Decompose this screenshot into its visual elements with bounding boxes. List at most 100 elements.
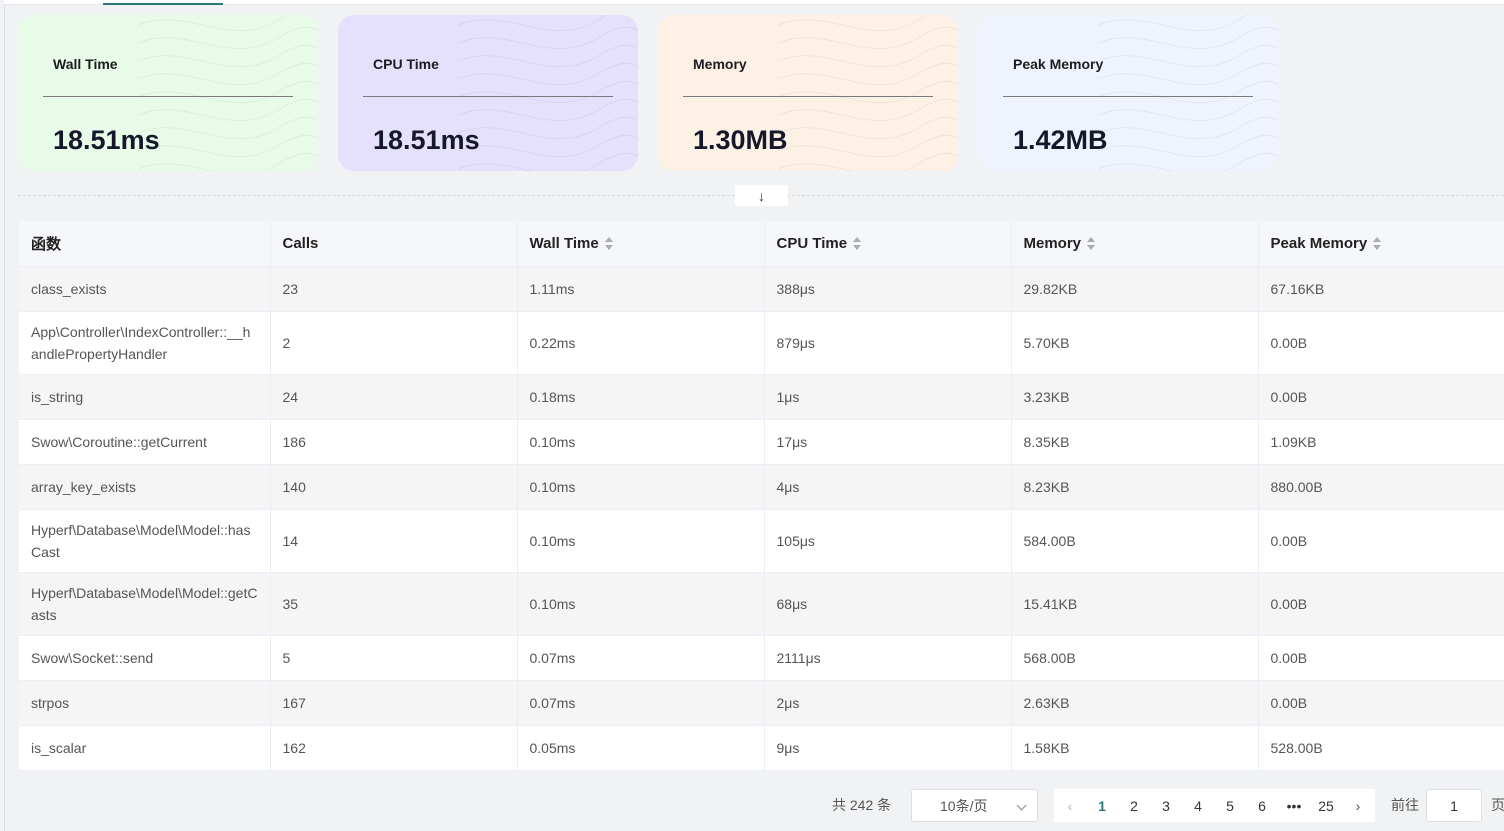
cell-memory: 8.35KB: [1011, 419, 1259, 465]
cell-cpu-time: 9μs: [764, 725, 1012, 771]
goto-label: 前往: [1391, 797, 1419, 813]
cell-memory: 3.23KB: [1011, 374, 1259, 420]
goto-suffix: 页: [1491, 797, 1504, 813]
table-row: strpos 167 0.07ms 2μs 2.63KB 0.00B: [19, 680, 1504, 726]
cell-peak-memory: 0.00B: [1258, 680, 1504, 726]
cell-function: strpos: [19, 680, 271, 726]
cell-memory: 15.41KB: [1011, 572, 1259, 636]
more-pages-icon[interactable]: •••: [1278, 798, 1310, 814]
page-2[interactable]: 2: [1118, 798, 1150, 814]
card-divider: [43, 96, 293, 97]
table-row: is_string 24 0.18ms 1μs 3.23KB 0.00B: [19, 374, 1504, 420]
cell-calls: 24: [270, 374, 518, 420]
cell-wall-time: 0.07ms: [517, 680, 765, 726]
cell-memory: 1.58KB: [1011, 725, 1259, 771]
cell-function: Swow\Socket::send: [19, 635, 271, 681]
cell-peak-memory: 0.00B: [1258, 311, 1504, 375]
cell-function: is_scalar: [19, 725, 271, 771]
cell-cpu-time: 1μs: [764, 374, 1012, 420]
cell-memory: 568.00B: [1011, 635, 1259, 681]
table-row: array_key_exists 140 0.10ms 4μs 8.23KB 880.00…: [19, 464, 1504, 510]
cell-wall-time: 0.10ms: [517, 464, 765, 510]
cell-function: Swow\Coroutine::getCurrent: [19, 419, 271, 465]
cell-peak-memory: 1.09KB: [1258, 419, 1504, 465]
column-header-memory[interactable]: Memory: [1011, 221, 1259, 267]
goto-page-input[interactable]: [1426, 789, 1482, 822]
cell-function: class_exists: [19, 266, 271, 312]
cell-calls: 2: [270, 311, 518, 375]
table-row: Hyperf\Database\Model\Model::hasCast 14 0.…: [19, 509, 1504, 573]
cell-peak-memory: 0.00B: [1258, 572, 1504, 636]
cell-wall-time: 1.11ms: [517, 266, 765, 312]
cell-calls: 23: [270, 266, 518, 312]
prev-page-icon[interactable]: ‹: [1054, 798, 1086, 814]
cell-calls: 167: [270, 680, 518, 726]
card-label: Wall Time: [53, 56, 118, 72]
cell-function: App\Controller\IndexController::__handle…: [19, 311, 271, 375]
cell-cpu-time: 388μs: [764, 266, 1012, 312]
wall-time-card: Wall Time 18.51ms: [18, 15, 318, 171]
tab-bar: [4, 0, 1504, 5]
page-1[interactable]: 1: [1086, 798, 1118, 814]
card-value: 1.42MB: [1013, 125, 1108, 155]
card-label: Memory: [693, 56, 747, 72]
total-count: 共 242 条: [832, 797, 892, 813]
cell-calls: 140: [270, 464, 518, 510]
cell-memory: 5.70KB: [1011, 311, 1259, 375]
page-25[interactable]: 25: [1310, 798, 1342, 814]
page-size-select[interactable]: 10条/页: [911, 789, 1038, 822]
card-value: 18.51ms: [53, 125, 160, 155]
sort-icon[interactable]: [604, 237, 613, 251]
sort-icon[interactable]: [853, 237, 862, 251]
cell-cpu-time: 17μs: [764, 419, 1012, 465]
cell-peak-memory: 880.00B: [1258, 464, 1504, 510]
cell-memory: 8.23KB: [1011, 464, 1259, 510]
card-divider: [1003, 96, 1253, 97]
sort-icon[interactable]: [1373, 237, 1382, 251]
page-5[interactable]: 5: [1214, 798, 1246, 814]
cell-wall-time: 0.18ms: [517, 374, 765, 420]
cell-wall-time: 0.05ms: [517, 725, 765, 771]
cell-cpu-time: 4μs: [764, 464, 1012, 510]
cell-peak-memory: 0.00B: [1258, 509, 1504, 573]
column-header-calls: Calls: [270, 221, 518, 267]
table-row: Hyperf\Database\Model\Model::getCasts 35 0…: [19, 572, 1504, 636]
column-header-cpu-time[interactable]: CPU Time: [764, 221, 1012, 267]
expand-toggle-button[interactable]: ↓: [735, 185, 788, 206]
cell-function: Hyperf\Database\Model\Model::getCasts: [19, 572, 271, 636]
pagination: ‹ 1 2 3 4 5 6 ••• 25 ›: [1054, 789, 1375, 822]
cell-wall-time: 0.07ms: [517, 635, 765, 681]
cell-function: array_key_exists: [19, 464, 271, 510]
cell-wall-time: 0.22ms: [517, 311, 765, 375]
table-header-row: 函数 Calls Wall Time CPU Time Memory Peak …: [19, 221, 1504, 267]
next-page-icon[interactable]: ›: [1342, 798, 1374, 814]
sort-icon[interactable]: [1087, 237, 1096, 251]
card-divider: [683, 96, 933, 97]
chevron-down-icon: [1016, 800, 1027, 811]
cell-peak-memory: 0.00B: [1258, 374, 1504, 420]
memory-card: Memory 1.30MB: [658, 15, 958, 171]
table-row: Swow\Coroutine::getCurrent 186 0.10ms 17μs 8…: [19, 419, 1504, 465]
cell-cpu-time: 2111μs: [764, 635, 1012, 681]
card-value: 18.51ms: [373, 125, 480, 155]
cell-cpu-time: 105μs: [764, 509, 1012, 573]
function-profile-table: 函数 Calls Wall Time CPU Time Memory Peak …: [19, 221, 1504, 771]
card-label: Peak Memory: [1013, 56, 1104, 72]
cell-calls: 162: [270, 725, 518, 771]
cell-memory: 2.63KB: [1011, 680, 1259, 726]
left-border: [4, 0, 5, 831]
column-header-peak-memory[interactable]: Peak Memory: [1258, 221, 1504, 267]
cell-wall-time: 0.10ms: [517, 509, 765, 573]
table-row: Swow\Socket::send 5 0.07ms 2111μs 568.00B 0.0…: [19, 635, 1504, 681]
cpu-time-card: CPU Time 18.51ms: [338, 15, 638, 171]
arrow-down-icon: ↓: [758, 187, 765, 204]
column-header-function: 函数: [19, 221, 271, 267]
page-6[interactable]: 6: [1246, 798, 1278, 814]
cell-function: Hyperf\Database\Model\Model::hasCast: [19, 509, 271, 573]
table-row: App\Controller\IndexController::__handle…: [19, 311, 1504, 375]
cell-cpu-time: 68μs: [764, 572, 1012, 636]
column-header-wall-time[interactable]: Wall Time: [517, 221, 765, 267]
page-4[interactable]: 4: [1182, 798, 1214, 814]
page-size-value: 10条/页: [940, 797, 988, 814]
page-3[interactable]: 3: [1150, 798, 1182, 814]
